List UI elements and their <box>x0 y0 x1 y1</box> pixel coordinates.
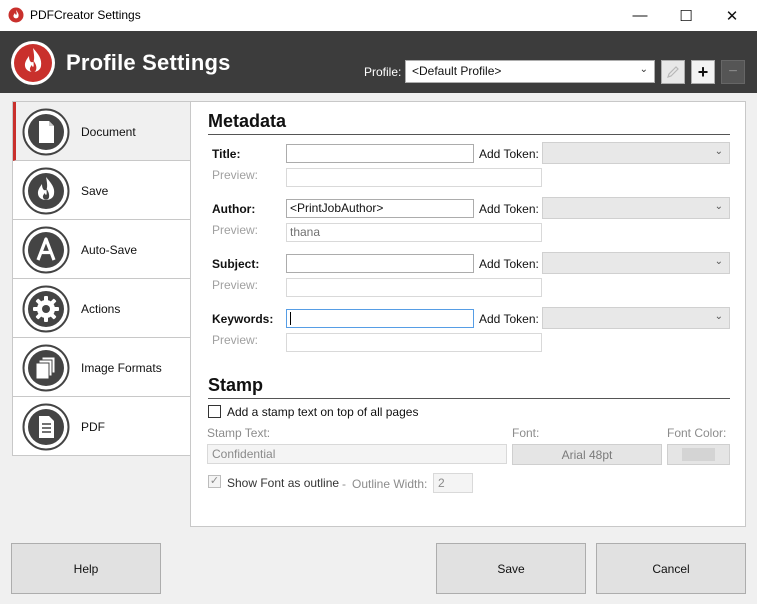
add-token-label: Add Token: <box>479 202 539 216</box>
profile-select-value: <Default Profile> <box>412 64 502 78</box>
metadata-section-title: Metadata <box>208 111 287 131</box>
pdf-document-icon <box>22 403 70 451</box>
window-title: PDFCreator Settings <box>30 8 141 22</box>
font-chooser-button[interactable]: Arial 48pt <box>512 444 662 465</box>
sidebar-item-auto-save[interactable]: Auto-Save <box>13 220 190 279</box>
remove-profile-button[interactable]: − <box>721 60 745 84</box>
sidebar-item-image-formats[interactable]: Image Formats <box>13 338 190 397</box>
sidebar-item-label: Image Formats <box>81 361 162 375</box>
title-add-token-select[interactable]: ⌄ <box>542 142 730 164</box>
subject-input[interactable] <box>286 254 474 273</box>
add-profile-button[interactable]: + <box>691 60 715 84</box>
gear-icon <box>22 285 70 333</box>
author-add-token-select[interactable]: ⌄ <box>542 197 730 219</box>
stamp-text-input[interactable]: Confidential <box>207 444 507 464</box>
letter-a-icon <box>22 226 70 274</box>
preview-label: Preview: <box>212 333 259 347</box>
chevron-down-icon: ⌄ <box>714 311 723 322</box>
minimize-button[interactable]: — <box>617 0 663 31</box>
subject-add-token-select[interactable]: ⌄ <box>542 252 730 274</box>
chevron-down-icon: ⌄ <box>714 201 723 212</box>
chevron-down-icon: ⌄ <box>714 146 723 157</box>
outline-width-input[interactable]: 2 <box>433 473 473 493</box>
preview-label: Preview: <box>212 278 259 292</box>
sidebar-item-label: Auto-Save <box>81 243 138 257</box>
subject-label: Subject: <box>212 257 260 271</box>
sidebar: Document Save Auto-Save Actions Image Fo… <box>12 101 191 456</box>
enable-stamp-label: Add a stamp text on top of all pages <box>227 405 419 419</box>
flame-icon <box>22 167 70 215</box>
rename-profile-button[interactable] <box>661 60 685 84</box>
sidebar-item-label: Actions <box>81 302 121 316</box>
close-icon: ✕ <box>725 7 739 25</box>
subject-preview-field <box>286 278 542 297</box>
outline-label: Show Font as outline <box>227 476 340 490</box>
outline-width-label: Outline Width: <box>352 477 428 491</box>
add-token-label: Add Token: <box>479 147 539 161</box>
plus-icon: + <box>697 61 709 82</box>
document-settings-panel: Metadata Title: Add Token: ⌄ Preview: Au… <box>190 101 746 527</box>
save-button[interactable]: Save <box>436 543 586 594</box>
pdfcreator-app-icon <box>8 7 24 23</box>
preview-label: Preview: <box>212 168 259 182</box>
sidebar-item-label: Save <box>81 184 109 198</box>
pdfcreator-logo-icon <box>11 41 55 85</box>
keywords-add-token-select[interactable]: ⌄ <box>542 307 730 329</box>
maximize-button[interactable]: ☐ <box>663 0 709 31</box>
separator-text: - <box>342 477 346 491</box>
title-label: Title: <box>212 147 241 161</box>
keywords-input[interactable] <box>286 309 474 328</box>
profile-select[interactable]: <Default Profile> ⌄ <box>405 60 655 83</box>
enable-stamp-checkbox[interactable] <box>208 405 221 418</box>
minimize-icon: — <box>632 7 648 24</box>
font-color-button[interactable] <box>667 444 730 465</box>
chevron-down-icon: ⌄ <box>714 256 723 267</box>
sidebar-item-pdf[interactable]: PDF <box>13 397 190 456</box>
font-color-swatch <box>682 448 715 461</box>
page-title: Profile Settings <box>66 50 231 75</box>
keywords-label: Keywords: <box>212 312 274 326</box>
sidebar-item-label: Document <box>81 125 136 139</box>
help-button[interactable]: Help <box>11 543 161 594</box>
maximize-icon: ☐ <box>679 7 693 25</box>
stamp-text-label: Stamp Text: <box>207 426 271 440</box>
sidebar-item-label: PDF <box>81 420 105 434</box>
keywords-preview-field <box>286 333 542 352</box>
add-token-label: Add Token: <box>479 312 539 326</box>
title-input[interactable] <box>286 144 474 163</box>
chevron-down-icon: ⌄ <box>639 64 648 75</box>
section-divider <box>208 134 730 135</box>
sidebar-item-save[interactable]: Save <box>13 161 190 220</box>
image-formats-icon <box>22 344 70 392</box>
title-preview-field <box>286 168 542 187</box>
text-caret <box>290 312 291 326</box>
author-preview-field: thana <box>286 223 542 242</box>
author-label: Author: <box>212 202 256 216</box>
cancel-button[interactable]: Cancel <box>596 543 746 594</box>
author-input[interactable]: <PrintJobAuthor> <box>286 199 474 218</box>
font-color-label: Font Color: <box>667 426 727 440</box>
add-token-label: Add Token: <box>479 257 539 271</box>
font-label: Font: <box>512 426 540 440</box>
outline-checkbox[interactable]: ✓ <box>208 475 221 488</box>
document-icon <box>22 108 70 156</box>
profile-label: Profile: <box>364 65 402 79</box>
sidebar-item-actions[interactable]: Actions <box>13 279 190 338</box>
preview-label: Preview: <box>212 223 259 237</box>
pencil-icon <box>667 66 679 78</box>
stamp-section-title: Stamp <box>208 375 264 395</box>
minus-icon: − <box>728 63 738 80</box>
sidebar-item-document[interactable]: Document <box>13 102 190 161</box>
section-divider <box>208 398 730 399</box>
close-button[interactable]: ✕ <box>709 0 755 31</box>
